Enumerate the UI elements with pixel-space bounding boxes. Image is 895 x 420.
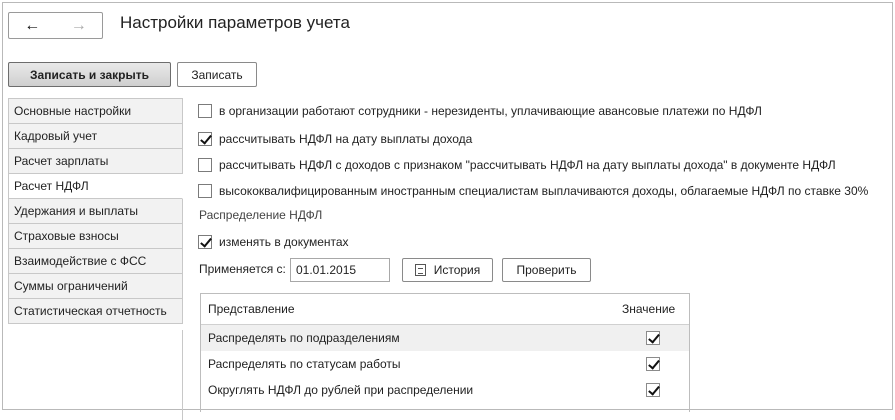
column-header-value[interactable]: Значение [617, 302, 689, 316]
applies-from-date-field[interactable]: 01.01.2015 [290, 258, 390, 282]
option-label: высококвалифицированным иностранным спец… [219, 184, 869, 198]
back-button[interactable]: ← [9, 13, 56, 38]
table-row[interactable]: Распределять по подразделениям [201, 325, 689, 351]
navigation-buttons: ← → [8, 12, 103, 39]
option-label: в организации работают сотрудники - нере… [219, 104, 762, 118]
save-button[interactable]: Записать [177, 62, 257, 87]
distribution-section-title: Распределение НДФЛ [199, 208, 323, 222]
row-name: Распределять по подразделениям [208, 331, 400, 345]
option-nonresidents: в организации работают сотрудники - нере… [198, 104, 762, 118]
table-row[interactable]: Распределять по статусам работы [201, 351, 689, 377]
sidebar-item-hr[interactable]: Кадровый учет [8, 124, 183, 149]
checkbox-nonresidents[interactable] [198, 104, 212, 118]
row-value-checkbox[interactable] [646, 357, 660, 371]
applies-from-label: Применяется с: [199, 262, 286, 276]
option-change-in-docs: изменять в документах [198, 235, 349, 249]
option-label: рассчитывать НДФЛ на дату выплаты дохода [219, 132, 473, 146]
checkbox-calc-by-flag[interactable] [198, 158, 212, 172]
distribution-table: Представление Значение Распределять по п… [200, 293, 690, 412]
settings-sidebar: Основные настройки Кадровый учет Расчет … [8, 98, 183, 420]
option-calc-by-flag: рассчитывать НДФЛ с доходов с признаком … [198, 158, 836, 172]
sidebar-item-basic-settings[interactable]: Основные настройки [8, 99, 183, 124]
checkbox-calc-on-payment-date[interactable] [198, 132, 212, 146]
option-label: рассчитывать НДФЛ с доходов с признаком … [219, 158, 836, 172]
forward-button[interactable]: → [56, 13, 103, 38]
checkbox-change-in-docs[interactable] [198, 235, 212, 249]
check-button[interactable]: Проверить [502, 258, 591, 282]
column-header-representation[interactable]: Представление [201, 302, 617, 316]
sidebar-divider [8, 330, 183, 420]
history-label: История [433, 263, 481, 277]
sidebar-item-payroll[interactable]: Расчет зарплаты [8, 149, 183, 174]
table-header: Представление Значение [201, 294, 689, 325]
save-and-close-button[interactable]: Записать и закрыть [8, 62, 171, 87]
page-title: Настройки параметров учета [120, 13, 350, 32]
row-value-checkbox[interactable] [646, 383, 660, 397]
row-name: Округлять НДФЛ до рублей при распределен… [208, 383, 474, 397]
table-row[interactable]: Округлять НДФЛ до рублей при распределен… [201, 377, 689, 403]
sidebar-item-ndfl[interactable]: Расчет НДФЛ [8, 174, 183, 199]
row-value-checkbox[interactable] [646, 331, 660, 345]
sidebar-item-limits[interactable]: Суммы ограничений [8, 274, 183, 299]
arrow-left-icon: ← [24, 16, 41, 34]
option-calc-on-payment-date: рассчитывать НДФЛ на дату выплаты дохода [198, 132, 472, 146]
checkbox-highly-qualified[interactable] [198, 184, 212, 198]
arrow-right-icon: → [70, 16, 87, 34]
sidebar-item-fss[interactable]: Взаимодействие с ФСС [8, 249, 183, 274]
history-icon [414, 264, 426, 276]
option-highly-qualified: высококвалифицированным иностранным спец… [198, 184, 868, 198]
sidebar-item-statistics[interactable]: Статистическая отчетность [8, 299, 183, 324]
option-label: изменять в документах [219, 235, 349, 249]
history-button[interactable]: История [402, 258, 493, 282]
row-name: Распределять по статусам работы [208, 357, 401, 371]
sidebar-item-deductions[interactable]: Удержания и выплаты [8, 199, 183, 224]
sidebar-item-insurance[interactable]: Страховые взносы [8, 224, 183, 249]
